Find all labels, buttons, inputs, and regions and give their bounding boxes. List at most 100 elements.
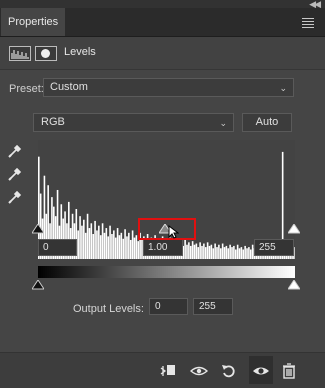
reset-icon[interactable] <box>220 362 238 380</box>
tab-properties[interactable]: Properties <box>1 8 65 36</box>
histogram-bar <box>111 234 113 259</box>
panel-tab-bar: Properties <box>0 8 325 37</box>
histogram-bar <box>238 248 241 259</box>
layer-title: Levels <box>64 46 96 58</box>
output-gradient-bar <box>38 266 295 278</box>
histogram-bar <box>90 223 93 259</box>
histogram-bar <box>201 245 203 259</box>
panel-menu-icon[interactable] <box>302 18 314 30</box>
histogram-bar <box>122 238 125 259</box>
layer-header: Levels <box>0 37 325 70</box>
histogram-bar <box>83 219 85 259</box>
histogram-bar <box>249 249 252 259</box>
histogram-bar <box>186 244 188 259</box>
histogram-bar <box>86 213 89 259</box>
histogram-bar <box>88 228 91 259</box>
histogram-bar <box>212 248 215 259</box>
histogram-bar <box>233 245 235 259</box>
layer-mask-icon[interactable] <box>35 46 57 61</box>
mouse-cursor-icon <box>168 225 179 239</box>
chevron-down-icon: ⌄ <box>279 83 287 93</box>
panel-top-strip: ◀◀ <box>0 0 325 9</box>
histogram-bar <box>229 244 231 259</box>
histogram-bar <box>199 242 201 259</box>
histogram-bar <box>216 247 218 259</box>
histogram-bar <box>203 243 205 259</box>
chevron-down-icon: ⌄ <box>219 118 227 128</box>
auto-button[interactable]: Auto <box>242 113 292 132</box>
output-high-field[interactable]: 255 <box>193 298 233 315</box>
clip-to-layer-icon[interactable] <box>159 362 177 380</box>
output-high-slider-handle[interactable] <box>288 280 300 290</box>
histogram-bar <box>81 225 83 259</box>
histogram-bar <box>113 230 115 259</box>
histogram-bar <box>128 232 130 259</box>
histogram-bar <box>223 247 226 259</box>
histogram-bar <box>227 248 230 259</box>
histogram-bar <box>246 248 248 259</box>
histogram-bar <box>114 237 117 259</box>
histogram-bar <box>126 236 128 259</box>
histogram-bar <box>118 235 121 259</box>
histogram-bar <box>248 247 250 259</box>
histogram-bar <box>231 247 233 259</box>
shadow-eyedropper-icon[interactable] <box>7 143 23 159</box>
input-highlight-slider-handle[interactable] <box>288 224 300 234</box>
histogram-bar <box>109 225 111 259</box>
preset-dropdown[interactable]: Custom ⌄ <box>43 78 294 97</box>
histogram-bar <box>236 244 239 259</box>
histogram-bar <box>84 232 87 259</box>
output-low-field[interactable]: 0 <box>149 298 188 315</box>
histogram-bar <box>184 239 186 259</box>
preset-label: Preset: <box>9 83 44 95</box>
histogram-bar <box>189 245 192 259</box>
histogram-bar <box>107 236 109 259</box>
histogram-bar <box>137 241 140 259</box>
histogram-bar <box>242 249 245 259</box>
histogram-bar <box>214 243 216 259</box>
histogram-bar <box>92 234 94 259</box>
view-previous-state-icon[interactable] <box>190 362 208 380</box>
histogram-bar <box>240 247 243 259</box>
histogram-bar <box>103 232 106 259</box>
histogram-bar <box>221 243 224 259</box>
histogram-bar <box>204 247 207 259</box>
channel-dropdown[interactable]: RGB ⌄ <box>33 113 234 132</box>
histogram-bar <box>210 244 213 259</box>
histogram-bar <box>131 230 134 259</box>
histogram-bar <box>105 228 108 259</box>
histogram-bar <box>129 239 132 259</box>
histogram-bar <box>234 249 237 259</box>
input-shadow-slider-handle[interactable] <box>32 224 44 234</box>
histogram-bar <box>135 235 138 259</box>
histogram-bar <box>101 223 104 259</box>
trash-icon[interactable] <box>280 362 298 380</box>
histogram-bar <box>98 225 100 259</box>
annotation-highlight-box <box>138 218 196 240</box>
histogram-bar <box>244 245 246 259</box>
visibility-eye-icon <box>253 367 269 375</box>
input-shadow-field[interactable]: 0 <box>38 239 77 256</box>
histogram-bar <box>79 216 81 259</box>
histogram-bar <box>218 244 220 259</box>
output-low-slider-handle[interactable] <box>32 280 44 290</box>
output-levels-label: Output Levels: <box>73 303 144 315</box>
histogram-bar <box>225 245 228 259</box>
highlight-eyedropper-icon[interactable] <box>7 189 23 205</box>
histogram-bar <box>120 232 123 259</box>
midtone-eyedropper-icon[interactable] <box>7 166 23 182</box>
histogram-bar <box>99 235 102 259</box>
histogram-bar <box>77 230 79 259</box>
histogram-bar <box>219 248 222 259</box>
input-highlight-field[interactable]: 255 <box>254 239 294 256</box>
histogram-bar <box>133 237 136 259</box>
visibility-toggle[interactable] <box>249 356 273 384</box>
panel-bottom-toolbar <box>0 352 325 388</box>
histogram-bar <box>197 247 200 259</box>
histogram-bar <box>206 242 209 259</box>
input-midtone-field[interactable]: 1.00 <box>143 239 183 256</box>
channel-value: RGB <box>41 116 65 128</box>
histogram-bar <box>208 245 211 259</box>
histogram-bar <box>188 242 190 259</box>
levels-adjustment-icon[interactable] <box>9 46 31 61</box>
